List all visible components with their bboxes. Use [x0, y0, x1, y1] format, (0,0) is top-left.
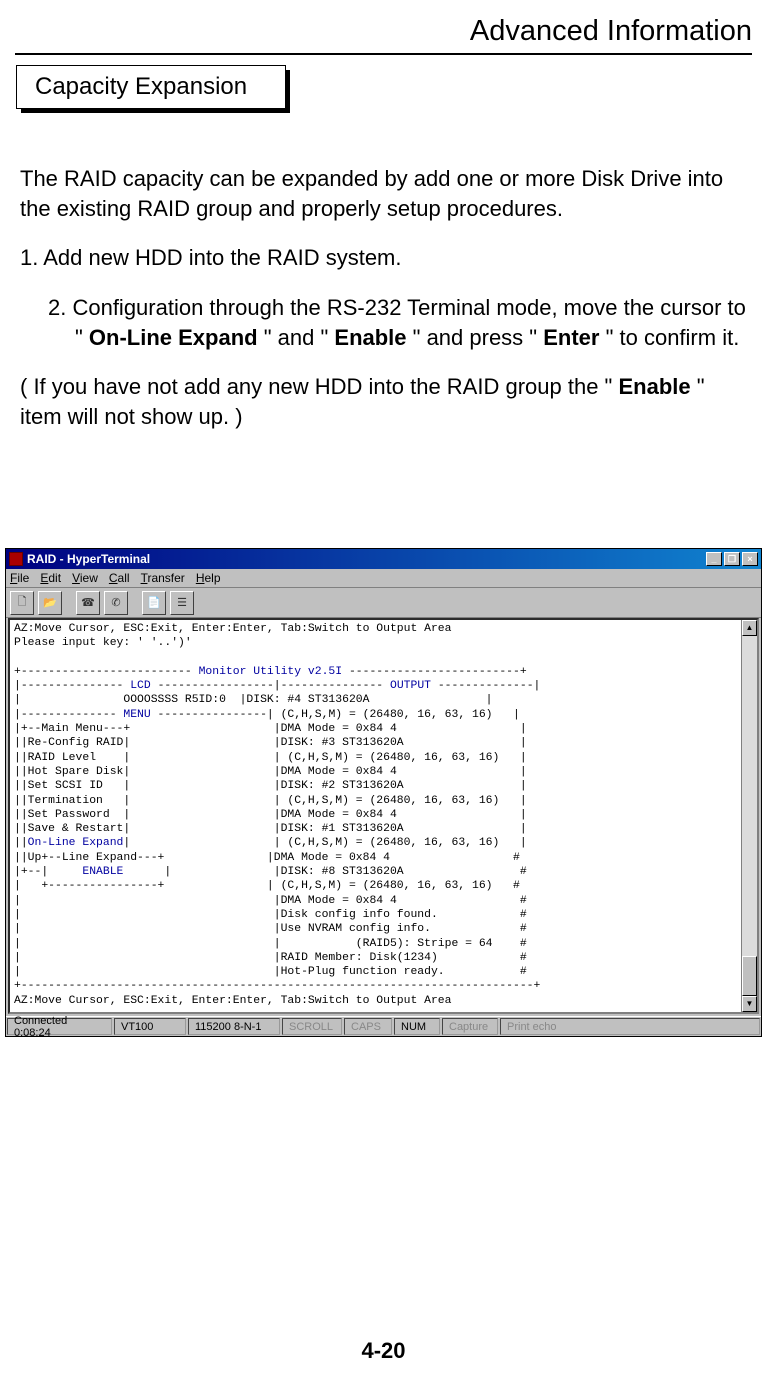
term-line: |+--| — [14, 866, 82, 878]
page-header-title: Advanced Information — [470, 15, 752, 48]
term-line: --------------| — [431, 680, 540, 692]
app-icon — [9, 552, 23, 566]
term-line: ||Save & Restart| |DISK: #1 ST313620A | — [14, 823, 527, 835]
toolbar-send-icon[interactable]: 📄 — [142, 591, 166, 615]
term-line: ||Termination | | (C,H,S,M) = (26480, 16… — [14, 795, 527, 807]
term-line: ||Re-Config RAID| |DISK: #3 ST313620A | — [14, 737, 527, 749]
term-line: +---------------------------------------… — [14, 980, 540, 992]
scroll-thumb[interactable] — [742, 956, 757, 996]
status-emulation: VT100 — [114, 1018, 186, 1035]
term-line: +------------------------- — [14, 666, 199, 678]
hyperterminal-window: RAID - HyperTerminal _ ❐ × File Edit Vie… — [5, 548, 762, 1037]
tab-front: Capacity Expansion — [16, 65, 286, 109]
term-highlight-enable: ENABLE — [82, 866, 123, 878]
toolbar-connect-icon[interactable]: ☎ — [76, 591, 100, 615]
close-button[interactable]: × — [742, 552, 758, 566]
status-num: NUM — [394, 1018, 440, 1035]
window-titlebar[interactable]: RAID - HyperTerminal _ ❐ × — [6, 549, 761, 569]
scroll-down-icon[interactable]: ▼ — [742, 996, 757, 1012]
term-line: | OOOOSSSS R5ID:0 |DISK: #4 ST313620A | — [14, 694, 493, 706]
term-line: |-------------- — [14, 709, 123, 721]
status-port-settings: 115200 8-N-1 — [188, 1018, 280, 1035]
step2-text-e: " and press " — [407, 325, 544, 350]
intro-paragraph: The RAID capacity can be expanded by add… — [20, 164, 747, 223]
menu-edit[interactable]: Edit — [40, 571, 61, 585]
term-line: ||Hot Spare Disk| |DMA Mode = 0x84 4 | — [14, 766, 527, 778]
menu-bar: File Edit View Call Transfer Help — [6, 569, 761, 588]
term-line: | | (C,H,S,M) = (26480, 16, 63, 16) | — [123, 837, 526, 849]
note-text-a: ( If you have not add any new HDD into t… — [20, 374, 618, 399]
step2-bold-online-expand: On-Line Expand — [89, 325, 258, 350]
term-line: | |Disk config info found. # — [14, 909, 527, 921]
menu-file[interactable]: File — [10, 571, 29, 585]
step2-text-g: " to confirm it. — [599, 325, 739, 350]
term-line: | | (RAID5): Stripe = 64 # — [14, 938, 527, 950]
term-line: Please input key: ' '..')' — [14, 637, 192, 649]
term-line: |+--Main Menu---+ |DMA Mode = 0x84 4 | — [14, 723, 527, 735]
term-line: ||Set SCSI ID | |DISK: #2 ST313620A | — [14, 780, 527, 792]
term-line: AZ:Move Cursor, ESC:Exit, Enter:Enter, T… — [14, 623, 451, 635]
term-highlight-lcd: LCD — [130, 680, 151, 692]
step2-bold-enable: Enable — [334, 325, 406, 350]
term-line: ----------------| (C,H,S,M) = (26480, 16… — [151, 709, 520, 721]
term-line: AZ:Move Cursor, ESC:Exit, Enter:Enter, T… — [14, 995, 451, 1007]
term-line: -------------------------+ — [342, 666, 527, 678]
document-page: Advanced Information Capacity Expansion … — [0, 0, 767, 1389]
note-paragraph: ( If you have not add any new HDD into t… — [20, 372, 747, 431]
step-1: 1. Add new HDD into the RAID system. — [20, 243, 747, 273]
scroll-up-icon[interactable]: ▲ — [742, 620, 757, 636]
term-line: -----------------|--------------- — [151, 680, 390, 692]
term-line: | |RAID Member: Disk(1234) # — [14, 952, 527, 964]
term-line: ||Up+--Line Expand---+ |DMA Mode = 0x84 … — [14, 852, 520, 864]
status-capture: Capture — [442, 1018, 498, 1035]
term-highlight-menu: MENU — [123, 709, 150, 721]
maximize-button[interactable]: ❐ — [724, 552, 740, 566]
section-heading-tab: Capacity Expansion — [16, 65, 286, 109]
step2-bold-enter: Enter — [543, 325, 599, 350]
term-highlight-monitor-utility: Monitor Utility v2.5I — [199, 666, 343, 678]
term-highlight-online-expand: On-Line Expand — [28, 837, 124, 849]
page-number: 4-20 — [0, 1338, 767, 1364]
term-line: || — [14, 837, 28, 849]
term-line: | |Use NVRAM config info. # — [14, 923, 527, 935]
term-line: | |Hot-Plug function ready. # — [14, 966, 527, 978]
toolbar-properties-icon[interactable]: ☰ — [170, 591, 194, 615]
note-bold-enable: Enable — [618, 374, 690, 399]
term-line: |--------------- — [14, 680, 130, 692]
term-line: ||RAID Level | | (C,H,S,M) = (26480, 16,… — [14, 752, 527, 764]
section-title: Capacity Expansion — [35, 73, 247, 101]
terminal-viewport: AZ:Move Cursor, ESC:Exit, Enter:Enter, T… — [8, 618, 759, 1014]
terminal-output[interactable]: AZ:Move Cursor, ESC:Exit, Enter:Enter, T… — [10, 620, 741, 1012]
window-title-text: RAID - HyperTerminal — [27, 552, 150, 566]
header-divider — [15, 53, 752, 55]
term-line: | |DISK: #8 ST313620A # — [123, 866, 526, 878]
status-connected: Connected 0:08:24 — [7, 1018, 112, 1035]
toolbar: 🗋 📂 ☎ ✆ 📄 ☰ — [6, 588, 761, 618]
menu-call[interactable]: Call — [109, 571, 130, 585]
toolbar-new-icon[interactable]: 🗋 — [10, 591, 34, 615]
minimize-button[interactable]: _ — [706, 552, 722, 566]
vertical-scrollbar[interactable]: ▲ ▼ — [741, 620, 757, 1012]
term-line: ||Set Password | |DMA Mode = 0x84 4 | — [14, 809, 527, 821]
toolbar-disconnect-icon[interactable]: ✆ — [104, 591, 128, 615]
toolbar-open-icon[interactable]: 📂 — [38, 591, 62, 615]
status-scroll: SCROLL — [282, 1018, 342, 1035]
status-printecho: Print echo — [500, 1018, 760, 1035]
term-line: | +----------------+ | (C,H,S,M) = (2648… — [14, 880, 520, 892]
term-highlight-output: OUTPUT — [390, 680, 431, 692]
status-bar: Connected 0:08:24 VT100 115200 8-N-1 SCR… — [6, 1016, 761, 1036]
step-2: 2. Configuration through the RS-232 Term… — [20, 293, 747, 352]
menu-help[interactable]: Help — [196, 571, 221, 585]
body-text: The RAID capacity can be expanded by add… — [20, 164, 747, 452]
term-line: | |DMA Mode = 0x84 4 # — [14, 895, 527, 907]
step2-text-c: " and " — [258, 325, 335, 350]
menu-view[interactable]: View — [72, 571, 98, 585]
menu-transfer[interactable]: Transfer — [141, 571, 185, 585]
status-caps: CAPS — [344, 1018, 392, 1035]
